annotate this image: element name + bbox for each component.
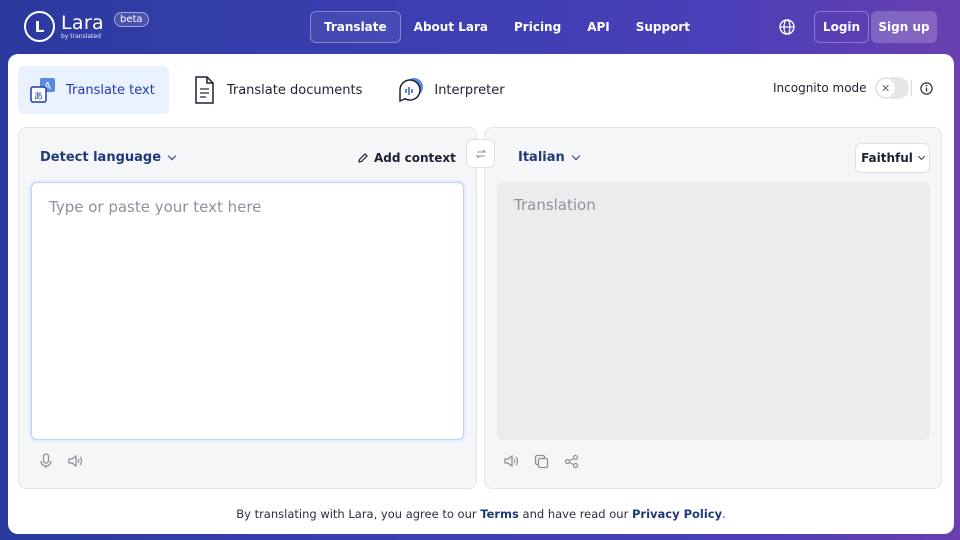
logo-subtitle: by translated (61, 32, 101, 40)
target-language-select[interactable]: Italian (518, 150, 581, 165)
top-navbar: L Lara by translated beta Translate Abou… (0, 0, 960, 54)
nav-support[interactable]: Support (623, 11, 703, 43)
copy-icon[interactable] (532, 452, 550, 470)
source-language-select[interactable]: Detect language (40, 150, 177, 165)
nav-translate[interactable]: Translate (310, 11, 401, 43)
source-text-input[interactable]: Type or paste your text here (31, 182, 464, 440)
swap-languages-button[interactable] (466, 139, 495, 168)
tab-interpreter-label: Interpreter (434, 82, 505, 98)
swap-icon (475, 149, 486, 158)
microphone-icon[interactable] (37, 452, 55, 470)
speaker-icon[interactable] (66, 452, 84, 470)
chevron-down-icon (167, 151, 177, 161)
nav-api[interactable]: API (574, 11, 623, 43)
translation-output: Translation (497, 182, 930, 440)
add-context-label: Add context (374, 151, 456, 165)
globe-icon[interactable] (778, 18, 796, 36)
translation-placeholder: Translation (514, 196, 596, 214)
translator-card: A あ Translate text Translate documents I… (8, 54, 954, 534)
svg-text:あ: あ (34, 91, 43, 102)
chevron-down-icon (917, 152, 925, 161)
logo-name: Lara (61, 11, 104, 34)
lara-logo[interactable]: L Lara by translated beta (24, 11, 149, 42)
translate-text-icon: A あ (28, 75, 58, 105)
signup-button[interactable]: Sign up (871, 11, 937, 43)
terms-footer: By translating with Lara, you agree to o… (8, 507, 954, 521)
tab-translate-text-label: Translate text (66, 82, 155, 98)
footer-suffix: . (722, 507, 726, 521)
target-panel: Italian Faithful Translation (484, 127, 942, 489)
source-language-label: Detect language (40, 150, 162, 165)
mode-tabs: A あ Translate text Translate documents I… (18, 66, 529, 114)
source-panel: Detect language Add context Type or past… (18, 127, 477, 489)
close-icon: ✕ (876, 79, 895, 97)
style-select[interactable]: Faithful (855, 143, 930, 173)
tab-translate-documents-label: Translate documents (226, 82, 363, 98)
speaker-icon[interactable] (502, 452, 520, 470)
info-icon[interactable] (920, 82, 933, 95)
incognito-toggle[interactable]: ✕ (874, 77, 909, 99)
source-placeholder: Type or paste your text here (49, 198, 262, 216)
beta-badge: beta (114, 12, 149, 27)
style-label: Faithful (861, 151, 913, 165)
main-nav: Translate About Lara Pricing API Support (310, 11, 703, 43)
tab-translate-text[interactable]: A あ Translate text (18, 66, 169, 114)
chevron-down-icon (571, 151, 581, 161)
share-icon[interactable] (562, 452, 580, 470)
divider (911, 80, 912, 96)
logo-mark: L (24, 11, 55, 42)
nav-about[interactable]: About Lara (401, 11, 501, 43)
document-icon (189, 75, 219, 105)
nav-pricing[interactable]: Pricing (501, 11, 574, 43)
tab-translate-documents[interactable]: Translate documents (179, 66, 377, 114)
incognito-control: Incognito mode ✕ (773, 77, 909, 99)
pencil-icon (358, 153, 368, 163)
login-button[interactable]: Login (814, 11, 869, 43)
privacy-policy-link[interactable]: Privacy Policy (632, 507, 722, 521)
footer-middle: and have read our (518, 507, 632, 521)
footer-prefix: By translating with Lara, you agree to o… (236, 507, 481, 521)
target-language-label: Italian (518, 150, 565, 165)
terms-link[interactable]: Terms (480, 507, 519, 521)
add-context-button[interactable]: Add context (357, 151, 456, 165)
tab-interpreter[interactable]: Interpreter (386, 66, 518, 114)
incognito-label: Incognito mode (773, 81, 867, 95)
chat-audio-icon (396, 75, 426, 105)
